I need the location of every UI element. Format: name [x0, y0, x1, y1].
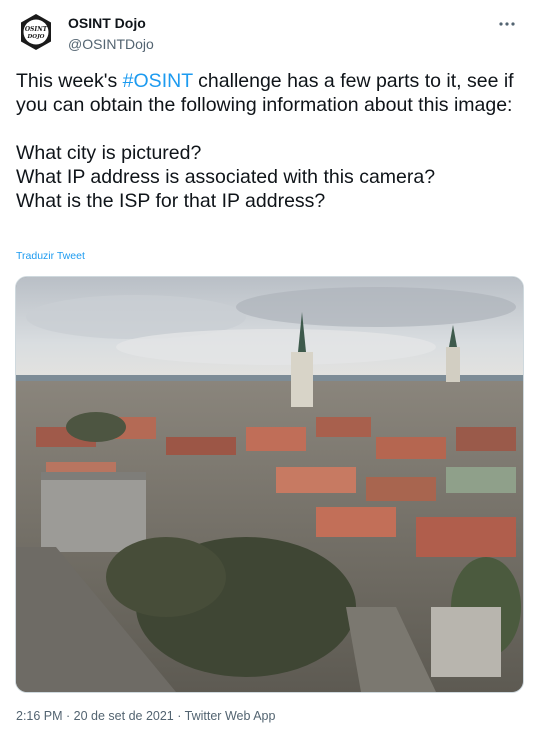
tweet-meta: 2:16 PM · 20 de set de 2021 · Twitter We… [16, 709, 275, 723]
tweet-time[interactable]: 2:16 PM [16, 709, 63, 723]
meta-separator: · [62, 709, 74, 723]
ellipsis-icon [499, 22, 515, 26]
avatar-text-1: OSINT [25, 26, 48, 33]
meta-separator-2: · [173, 709, 185, 723]
author-handle[interactable]: @OSINTDojo [68, 35, 154, 53]
translate-tweet-link[interactable]: Traduzir Tweet [16, 250, 85, 262]
osint-dojo-logo-icon: OSINT DOJO [21, 14, 51, 50]
more-options-button[interactable] [493, 12, 521, 36]
tweet-media-image[interactable] [15, 276, 524, 693]
author-info: OSINT Dojo @OSINTDojo [68, 14, 154, 53]
tweet-text-intro: This week's [16, 70, 123, 92]
avatar-text-2: DOJO [27, 34, 45, 40]
author-avatar[interactable]: OSINT DOJO [16, 12, 56, 52]
author-display-name[interactable]: OSINT Dojo [68, 14, 154, 32]
tweet-source[interactable]: Twitter Web App [185, 709, 276, 723]
city-webcam-photo-icon [16, 277, 523, 692]
tweet-date[interactable]: 20 de set de 2021 [74, 709, 174, 723]
hashtag-link[interactable]: #OSINT [123, 70, 193, 92]
tweet-text: This week's #OSINT challenge has a few p… [16, 69, 521, 213]
